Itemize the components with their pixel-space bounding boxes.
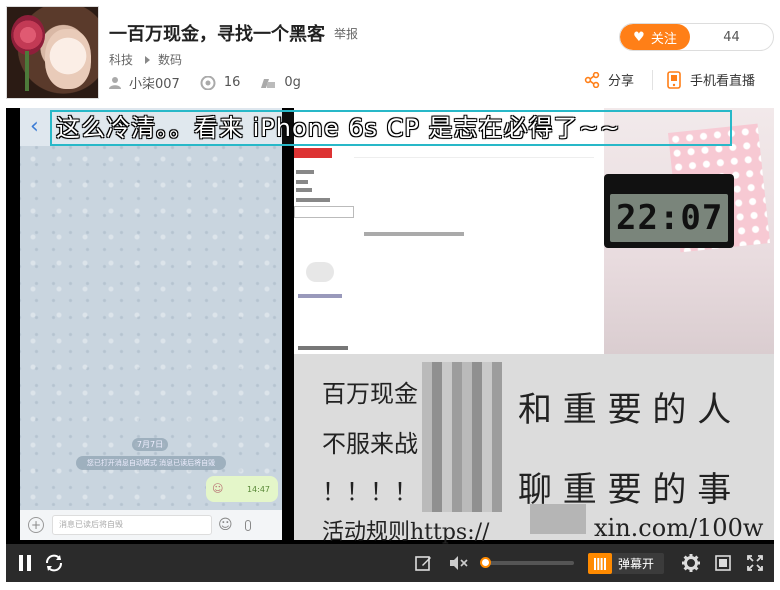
speaker-muted-icon <box>450 556 468 570</box>
digital-clock: 22:07 <box>604 174 734 248</box>
mic-icon <box>244 519 251 531</box>
danmaku-comment: 这么冷清。。看来 iPhone 6s CP 是志在必得了~~ <box>50 110 732 146</box>
mobile-phone-icon <box>667 70 681 89</box>
pixelated-mosaic <box>422 362 502 512</box>
promo-line4: 活动规则https:// <box>322 520 490 545</box>
video-player[interactable]: ‹ 7月7日 您已打开消息自动模式 消息已读后将自毁 ☺ 14:47 + 消息已… <box>6 108 774 582</box>
mute-button[interactable] <box>448 544 470 582</box>
follow-button[interactable]: ♥ 关注 <box>620 24 690 50</box>
clock-reading: 22:07 <box>610 194 728 242</box>
theater-mode-button[interactable] <box>712 544 734 582</box>
video-promo-poster: 百万现金 不服来战 ！！！！ 活动规则https:// 和 重 要 的 人 聊 … <box>294 354 774 545</box>
volume-knob[interactable] <box>480 557 491 568</box>
webpage-tab <box>294 148 332 158</box>
webpage-line <box>296 180 308 184</box>
webpage-line <box>296 188 312 192</box>
pause-icon <box>19 555 31 571</box>
promo-line3: ！！！！ <box>322 478 418 506</box>
webpage-line <box>296 198 330 202</box>
category-link[interactable]: 科技 <box>109 51 133 68</box>
bubble-time: 14:47 <box>246 484 270 494</box>
refresh-icon <box>46 554 62 572</box>
theater-icon <box>715 555 731 571</box>
category-breadcrumb: 科技 数码 <box>109 51 182 68</box>
header-divider <box>652 70 653 90</box>
host-avatar[interactable] <box>6 6 99 99</box>
chat-input-field: 消息已读后将自毁 <box>52 515 212 535</box>
fullscreen-icon <box>747 555 763 571</box>
subcategory-link[interactable]: 数码 <box>158 51 182 68</box>
fullscreen-button[interactable] <box>744 544 766 582</box>
danmaku-toggle[interactable]: 弹幕开 <box>588 553 664 574</box>
pause-button[interactable] <box>14 544 36 582</box>
share-label: 分享 <box>608 74 635 89</box>
chat-wallpaper <box>20 146 282 506</box>
promo-line2: 不服来战 <box>322 430 418 458</box>
stream-stats: 小柒007 16 0g <box>109 73 321 92</box>
webpage-line <box>364 232 464 236</box>
promo-right1: 和 重 要 的 人 <box>518 390 732 430</box>
webpage-line <box>298 294 342 298</box>
user-icon <box>109 77 121 89</box>
avatar-stem <box>25 51 29 91</box>
chat-input-bar: + 消息已读后将自毁 ☺ <box>20 510 282 540</box>
avatar-flower <box>11 15 45 55</box>
refresh-button[interactable] <box>42 544 66 582</box>
back-chevron-icon: ‹ <box>30 114 39 139</box>
webpage-line <box>298 346 348 350</box>
danmaku-switch <box>588 553 612 574</box>
follow-control: ♥ 关注 44 <box>619 23 774 51</box>
player-controls: 弹幕开 <box>6 544 774 582</box>
share-button[interactable]: 分享 <box>584 70 634 89</box>
plus-icon: + <box>28 517 44 533</box>
volume-track <box>480 561 574 565</box>
promo-line1: 百万现金 <box>322 380 418 408</box>
heart-icon: ♥ <box>633 29 645 45</box>
gear-icon <box>682 554 700 572</box>
mobile-watch-button[interactable]: 手机看直播 <box>667 70 755 89</box>
breadcrumb-arrow-icon <box>145 55 151 64</box>
webpage-search-box <box>294 206 354 218</box>
danmaku-bars-icon <box>594 557 606 570</box>
promo-url-tail: xin.com/100w <box>594 514 764 542</box>
viewers-stat: 16 <box>200 75 241 90</box>
host-stat: 小柒007 <box>109 73 180 92</box>
follow-label: 关注 <box>650 31 677 47</box>
gift-count: 0g <box>284 75 301 90</box>
host-name[interactable]: 小柒007 <box>129 73 180 92</box>
webpage-toolbar <box>354 148 594 158</box>
webpage-chat-bubble-icon <box>306 262 334 282</box>
gift-stat: 0g <box>260 75 301 90</box>
chat-bubble: ☺ 14:47 <box>206 476 278 502</box>
webpage-line <box>296 170 314 174</box>
eye-icon <box>200 75 216 90</box>
stream-header: 一百万现金，寻找一个黑客 举报 科技 数码 小柒007 16 0g ♥ 关注 4… <box>0 0 780 104</box>
stream-title: 一百万现金，寻找一个黑客 <box>109 24 325 45</box>
smile-icon: ☺ <box>218 517 233 533</box>
share-icon <box>584 71 600 88</box>
danmaku-toggle-label: 弹幕开 <box>618 557 655 571</box>
edit-danmaku-button[interactable] <box>412 544 434 582</box>
gift-icon <box>261 79 276 88</box>
report-link[interactable]: 举报 <box>334 25 358 42</box>
mobile-watch-label: 手机看直播 <box>690 74 756 89</box>
chat-day-label: 7月7日 <box>132 438 168 451</box>
emoji-icon: ☺ <box>212 482 224 495</box>
follower-count: 44 <box>723 29 740 45</box>
settings-button[interactable] <box>680 544 702 582</box>
chat-system-message: 您已打开消息自动模式 消息已读后将自毁 <box>76 456 226 470</box>
viewer-count: 16 <box>223 75 241 90</box>
avatar-face <box>45 29 91 89</box>
pixelated-mosaic <box>530 504 586 534</box>
video-chat-app: ‹ 7月7日 您已打开消息自动模式 消息已读后将自毁 ☺ 14:47 + 消息已… <box>20 108 282 540</box>
volume-slider[interactable] <box>480 557 574 568</box>
pencil-icon <box>414 555 431 571</box>
